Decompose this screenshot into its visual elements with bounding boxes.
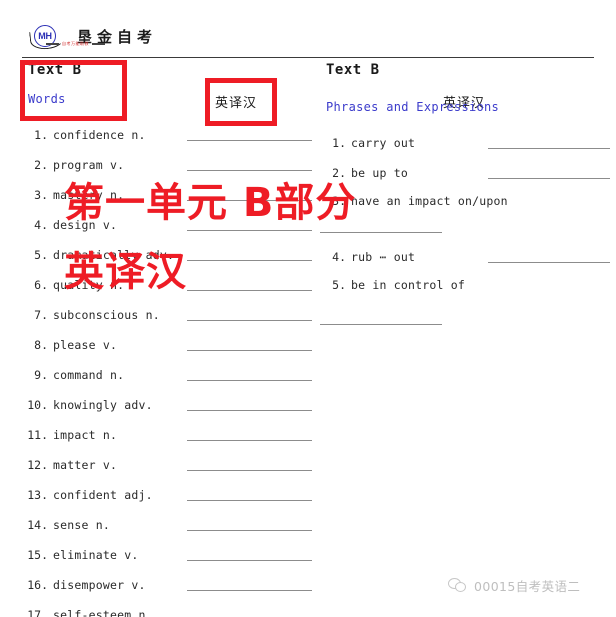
item-term: knowingly adv. <box>53 398 153 412</box>
logo-tagline: 自考万能助教 <box>46 41 105 47</box>
item-number: 10. <box>27 398 48 412</box>
list-item: 2. program v. <box>22 144 312 174</box>
item-number: 17. <box>27 608 48 617</box>
item-number: 7. <box>34 308 48 322</box>
item-number: 12. <box>27 458 48 472</box>
item-number: 5. <box>332 278 346 292</box>
list-item: 7. subconscious n. <box>22 294 312 324</box>
answer-blank[interactable] <box>187 380 312 381</box>
answer-blank[interactable] <box>187 350 312 351</box>
site-logo: MH 垦金自考 <box>29 22 157 52</box>
item-term: command n. <box>53 368 125 382</box>
item-number: 5. <box>34 248 48 262</box>
list-item: 4. rub ⋯ out <box>320 236 610 266</box>
item-term: disempower v. <box>53 578 146 592</box>
phrases-list: 1. carry out 2. be up to 3. have an impa… <box>320 122 610 328</box>
document-page: MH 垦金自考 自考万能助教 英译汉 英译汉 Text B Words 1. c… <box>0 0 616 617</box>
logo-tagline-text: 自考万能助教 <box>62 41 89 46</box>
item-number: 2. <box>34 158 48 172</box>
list-item: 12. matter v. <box>22 444 312 474</box>
answer-blank[interactable] <box>187 140 312 141</box>
tagline-dash-left-icon <box>46 43 59 45</box>
item-number: 3. <box>34 188 48 202</box>
item-term: be in control of <box>351 278 465 292</box>
answer-blank[interactable] <box>187 290 312 291</box>
item-term: confidence n. <box>53 128 146 142</box>
item-number: 6. <box>34 278 48 292</box>
item-term: carry out <box>351 136 416 150</box>
answer-blank[interactable] <box>187 260 312 261</box>
words-section-label: Words <box>28 92 66 106</box>
list-item: 1. carry out <box>320 122 610 152</box>
right-column: Text B Phrases and Expressions 1. carry … <box>320 62 610 328</box>
left-text-title: Text B <box>28 62 82 78</box>
item-term: subconscious n. <box>53 308 160 322</box>
item-number: 9. <box>34 368 48 382</box>
answer-blank[interactable] <box>187 320 312 321</box>
list-item: 15. eliminate v. <box>22 534 312 564</box>
list-item: 8. please v. <box>22 324 312 354</box>
item-number: 8. <box>34 338 48 352</box>
watermark-text: 00015自考英语二 <box>474 579 581 594</box>
answer-blank[interactable] <box>488 178 610 179</box>
item-term: program v. <box>53 158 125 172</box>
item-number: 14. <box>27 518 48 532</box>
overlay-caption-task: 英译汉 <box>64 249 187 295</box>
list-item: 3. have an impact on/upon <box>320 182 610 236</box>
item-term: sense n. <box>53 518 110 532</box>
item-term: self-esteem n. <box>53 608 153 617</box>
tagline-dash-right-icon <box>92 43 105 45</box>
list-item: 1. confidence n. <box>22 114 312 144</box>
answer-blank[interactable] <box>187 590 312 591</box>
overlay-caption-unit: 第一单元 B部分 <box>64 180 357 226</box>
item-number: 1. <box>332 136 346 150</box>
item-number: 11. <box>27 428 48 442</box>
answer-blank[interactable] <box>187 470 312 471</box>
footer-watermark: 00015自考英语二 <box>448 576 580 595</box>
item-number: 16. <box>27 578 48 592</box>
answer-blank[interactable] <box>187 500 312 501</box>
header-divider <box>22 57 594 58</box>
item-term: eliminate v. <box>53 548 139 562</box>
answer-blank[interactable] <box>320 324 442 325</box>
answer-blank[interactable] <box>320 232 442 233</box>
item-term: confident adj. <box>53 488 153 502</box>
list-item: 14. sense n. <box>22 504 312 534</box>
answer-blank[interactable] <box>488 262 610 263</box>
list-item: 17. self-esteem n. <box>22 594 312 617</box>
item-term: be up to <box>351 166 408 180</box>
answer-blank[interactable] <box>187 230 312 231</box>
list-item: 11. impact n. <box>22 414 312 444</box>
item-number: 1. <box>34 128 48 142</box>
item-number: 4. <box>332 250 346 264</box>
item-term: rub ⋯ out <box>351 250 416 264</box>
item-number: 4. <box>34 218 48 232</box>
list-item: 10. knowingly adv. <box>22 384 312 414</box>
item-number: 13. <box>27 488 48 502</box>
item-term: matter v. <box>53 458 118 472</box>
item-number: 15. <box>27 548 48 562</box>
list-item: 5. be in control of <box>320 266 610 328</box>
item-term: have an impact on/upon <box>351 194 508 208</box>
wechat-bubble-front-icon <box>455 582 466 592</box>
item-term: impact n. <box>53 428 118 442</box>
answer-blank[interactable] <box>187 170 312 171</box>
item-term: please v. <box>53 338 118 352</box>
left-column: Text B Words 1. confidence n. 2. program… <box>22 62 312 617</box>
list-item: 2. be up to <box>320 152 610 182</box>
right-text-title: Text B <box>326 62 380 78</box>
answer-blank[interactable] <box>187 440 312 441</box>
list-item: 9. command n. <box>22 354 312 384</box>
list-item: 16. disempower v. <box>22 564 312 594</box>
answer-blank[interactable] <box>187 410 312 411</box>
answer-blank[interactable] <box>187 560 312 561</box>
answer-blank[interactable] <box>187 530 312 531</box>
wechat-icon <box>448 578 467 593</box>
phrases-section-label: Phrases and Expressions <box>326 100 500 114</box>
answer-blank[interactable] <box>488 148 610 149</box>
list-item: 13. confident adj. <box>22 474 312 504</box>
